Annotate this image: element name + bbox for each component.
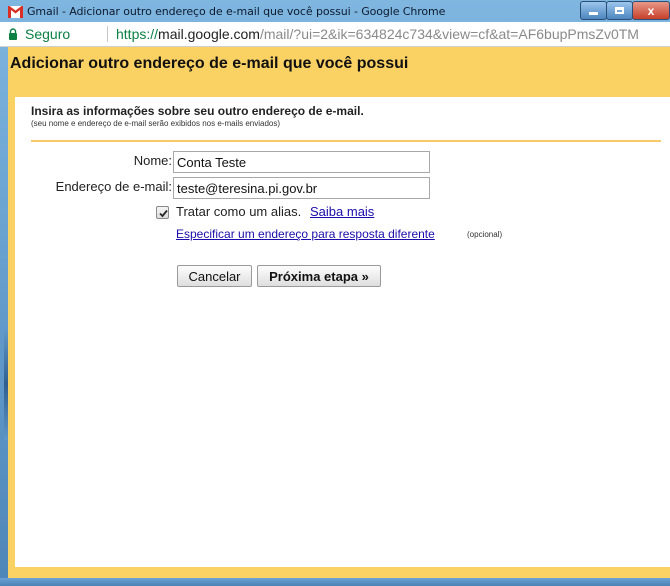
maximize-icon <box>615 7 624 14</box>
lock-icon <box>9 28 17 40</box>
next-step-button[interactable]: Próxima etapa » <box>257 265 381 287</box>
close-button[interactable]: x <box>632 1 670 20</box>
browser-window: Gmail - Adicionar outro endereço de e-ma… <box>0 0 670 586</box>
title-bar[interactable]: Gmail - Adicionar outro endereço de e-ma… <box>0 0 670 22</box>
page-header: Adicionar outro endereço de e-mail que v… <box>8 47 670 93</box>
name-label: Nome: <box>133 153 172 168</box>
alias-label: Tratar como um alias. <box>176 204 302 219</box>
frame-left <box>8 93 15 578</box>
frame-bottom <box>8 567 670 578</box>
alias-checkbox[interactable] <box>156 206 169 219</box>
gmail-icon <box>8 6 23 18</box>
learn-more-link[interactable]: Saiba mais <box>310 204 374 219</box>
optional-note: (opcional) <box>467 230 503 239</box>
section-heading: Insira as informações sobre seu outro en… <box>31 104 364 118</box>
reply-to-link[interactable]: Especificar um endereço para resposta di… <box>176 227 435 241</box>
minimize-icon <box>589 12 598 15</box>
email-input[interactable] <box>173 177 430 199</box>
window-bottom-border <box>0 578 670 586</box>
email-label: Endereço de e-mail: <box>55 179 172 194</box>
address-separator <box>107 26 108 42</box>
address-bar[interactable]: Seguro https://mail.google.com/mail/?ui=… <box>0 22 670 47</box>
secure-label: Seguro <box>25 26 71 42</box>
url-text[interactable]: https://mail.google.com/mail/?ui=2&ik=63… <box>116 26 639 42</box>
cancel-button[interactable]: Cancelar <box>177 265 252 287</box>
close-icon: x <box>647 3 655 18</box>
checkmark-icon <box>159 209 168 218</box>
name-input[interactable] <box>173 151 430 173</box>
section-subtext: (seu nome e endereço de e-mail serão exi… <box>31 119 281 128</box>
url-path: /mail/?ui=2&ik=634824c734&view=cf&at=AF6… <box>259 26 639 42</box>
url-host: mail.google.com <box>158 26 260 42</box>
url-scheme: https:// <box>116 26 159 42</box>
maximize-button[interactable] <box>606 1 633 20</box>
page-title: Adicionar outro endereço de e-mail que v… <box>10 55 409 72</box>
window-title: Gmail - Adicionar outro endereço de e-ma… <box>27 5 446 18</box>
divider <box>31 140 661 142</box>
minimize-button[interactable] <box>580 1 607 20</box>
